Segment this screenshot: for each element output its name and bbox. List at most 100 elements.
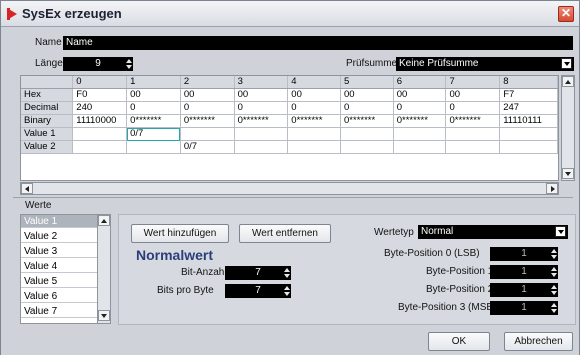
chevron-down-icon[interactable] [561,58,572,69]
table-cell[interactable]: 240 [72,101,128,115]
byte-position-0-spin-icon[interactable] [550,247,558,261]
table-cell[interactable]: 00 [180,88,235,102]
list-scrollbar[interactable] [97,215,110,323]
table-cell[interactable] [234,140,289,154]
bit-count-stepper[interactable]: 7 [225,266,291,280]
table-cell[interactable] [340,140,394,154]
table-cell[interactable]: 0******* [180,114,235,128]
name-input[interactable]: Name [63,36,573,50]
table-cell[interactable]: 00 [340,88,394,102]
list-item[interactable]: Value 5 [21,275,97,288]
table-cell[interactable]: 0 [180,101,235,115]
table-cell[interactable]: 0 [126,101,181,115]
table-cell[interactable] [72,140,128,154]
table-cell[interactable]: 0******* [234,114,289,128]
table-cell[interactable]: 0******* [126,114,181,128]
byte-position-3-stepper[interactable]: 1 [490,301,558,315]
column-header[interactable]: 6 [393,76,447,89]
byte-position-2-stepper[interactable]: 1 [490,283,558,297]
table-cell[interactable]: 247 [499,101,558,115]
bit-count-spin-icon[interactable] [283,266,291,280]
table-cell[interactable]: F0 [72,88,128,102]
table-cell[interactable] [393,140,447,154]
column-header[interactable]: 1 [126,76,181,89]
sysex-bytes-table: 0 1 2 3 4 5 6 7 8 Hex F0 00 00 00 00 00 00 00 F7 D… [20,75,559,181]
list-scroll-up-icon[interactable] [98,215,110,226]
byte-position-0-stepper[interactable]: 1 [490,247,558,261]
table-cell[interactable] [234,127,289,141]
table-row: Decimal 240 0 0 0 0 0 0 0 247 [21,101,558,115]
table-cell[interactable] [445,127,501,141]
close-button[interactable]: ✕ [558,6,574,22]
table-cell[interactable]: 0 [340,101,394,115]
column-header[interactable]: 8 [499,76,558,89]
scroll-right-icon[interactable] [546,183,558,194]
cancel-button[interactable]: Abbrechen [504,332,573,351]
column-header[interactable]: 7 [445,76,501,89]
row-header: Binary [21,114,74,128]
werttyp-select[interactable]: Normal [418,225,568,239]
table-cell[interactable] [287,127,342,141]
bits-per-byte-spin-icon[interactable] [283,284,291,298]
list-item[interactable]: Value 1 [21,215,97,228]
column-header[interactable]: 0 [72,76,128,89]
table-cell[interactable]: 0******* [445,114,501,128]
scroll-up-icon[interactable] [562,76,574,87]
table-cell[interactable] [499,140,558,154]
table-cell[interactable]: 00 [234,88,289,102]
length-spin-icon[interactable] [125,57,133,71]
table-cell[interactable]: 0/7 [126,127,181,141]
table-cell[interactable]: 11110000 [72,114,128,128]
byte-position-3-spin-icon[interactable] [550,301,558,315]
table-cell[interactable]: 0 [445,101,501,115]
column-header[interactable]: 2 [180,76,235,89]
add-value-button[interactable]: Wert hinzufügen [131,224,229,243]
table-cell[interactable]: 0 [393,101,447,115]
table-horizontal-scrollbar[interactable] [20,182,559,195]
list-item[interactable]: Value 3 [21,245,97,258]
table-cell[interactable]: 00 [393,88,447,102]
column-header[interactable]: 3 [234,76,289,89]
table-cell[interactable]: F7 [499,88,558,102]
table-cell[interactable] [126,140,181,154]
table-cell[interactable]: 0 [234,101,289,115]
table-cell[interactable] [287,140,342,154]
list-item[interactable]: Value 4 [21,260,97,273]
werttyp-label: Wertetyp [374,227,414,238]
column-header[interactable]: 5 [340,76,394,89]
table-cell[interactable]: 00 [126,88,181,102]
table-cell[interactable] [393,127,447,141]
table-cell[interactable]: 0******* [393,114,447,128]
table-cell[interactable] [72,127,128,141]
length-stepper[interactable]: 9 [63,57,133,71]
table-cell[interactable]: 0 [287,101,342,115]
column-header[interactable]: 4 [287,76,342,89]
table-cell[interactable]: 0******* [340,114,394,128]
checksum-select[interactable]: Keine Prüfsumme [396,57,574,71]
bits-per-byte-stepper[interactable]: 7 [225,284,291,298]
remove-value-button[interactable]: Wert entfernen [239,224,331,243]
table-vertical-scrollbar[interactable] [561,75,575,181]
table-cell[interactable] [445,140,501,154]
byte-position-2-spin-icon[interactable] [550,283,558,297]
scroll-down-icon[interactable] [562,168,574,179]
row-header: Value 1 [21,127,74,141]
table-cell[interactable]: 0******* [287,114,342,128]
list-scroll-down-icon[interactable] [98,310,110,321]
table-cell[interactable]: 00 [445,88,501,102]
table-cell[interactable]: 11110111 [499,114,558,128]
table-row: Value 1 0/7 [21,127,558,141]
list-item[interactable]: Value 2 [21,230,97,243]
table-cell[interactable] [180,127,235,141]
list-item[interactable]: Value 7 [21,305,97,318]
list-item[interactable]: Value 6 [21,290,97,303]
byte-position-1-spin-icon[interactable] [550,265,558,279]
scroll-left-icon[interactable] [21,183,33,194]
werttyp-chevron-down-icon[interactable] [555,226,566,237]
table-cell[interactable]: 0/7 [180,140,235,154]
table-cell[interactable] [499,127,558,141]
byte-position-1-stepper[interactable]: 1 [490,265,558,279]
table-cell[interactable]: 00 [287,88,342,102]
ok-button[interactable]: OK [428,332,490,351]
table-cell[interactable] [340,127,394,141]
